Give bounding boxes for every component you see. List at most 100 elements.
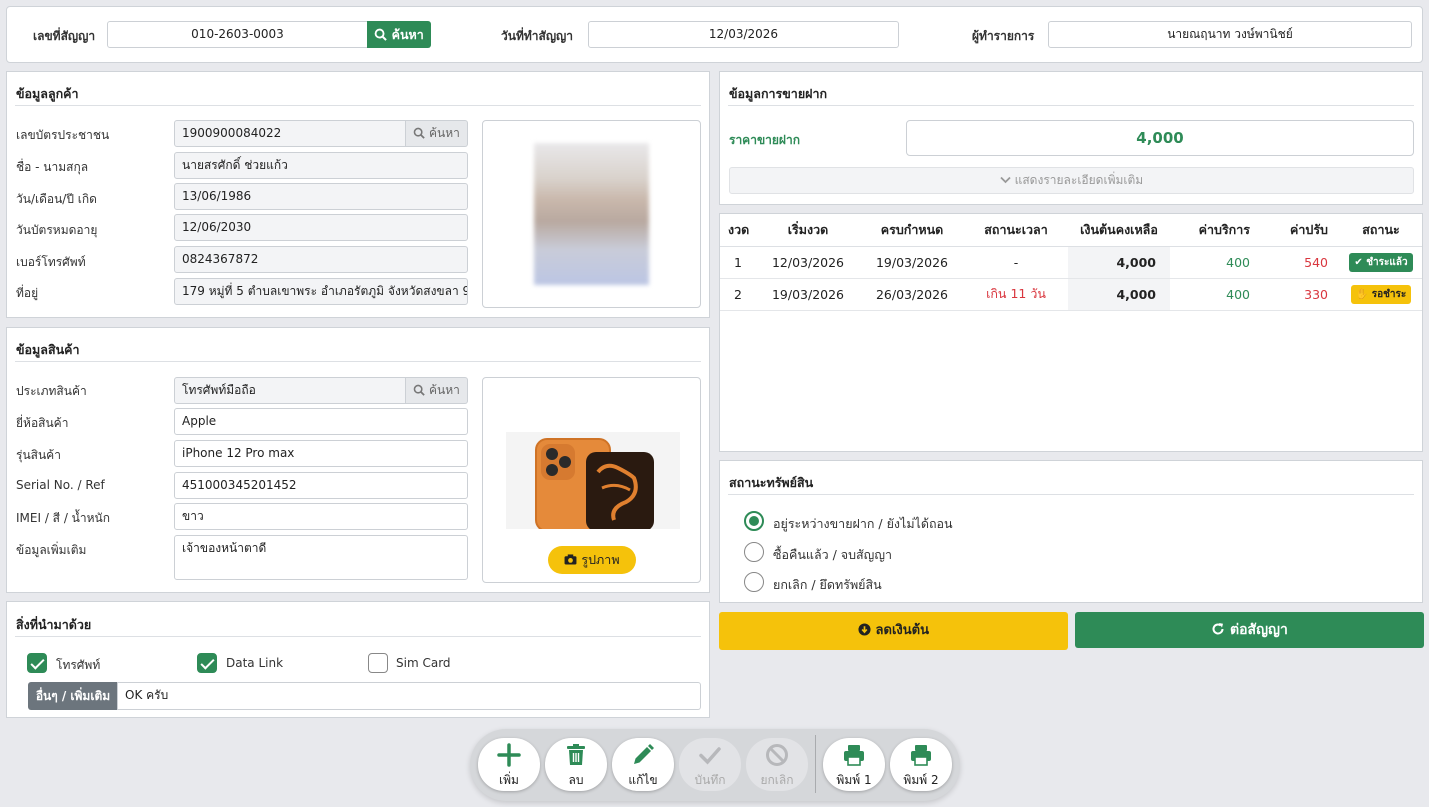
product-title: ข้อมูลสินค้า xyxy=(16,342,80,357)
status-radio-redeemed-label: ซื้อคืนแล้ว / จบสัญญา xyxy=(773,547,893,562)
cancel-label: ยกเลิก xyxy=(760,773,794,787)
customer-dob-label: วัน/เดือน/ปี เกิด xyxy=(16,192,97,206)
product-imei-label: IMEI / สี / น้ำหนัก xyxy=(16,511,111,525)
search-icon xyxy=(374,28,388,41)
asset-status-panel: สถานะทรัพย์สิน อยู่ระหว่างขายฝาก / ยังไม… xyxy=(719,460,1423,603)
save-button[interactable]: บันทึก xyxy=(679,738,741,791)
table-row[interactable]: 2 19/03/2026 26/03/2026 เกิน 11 วัน 4,00… xyxy=(720,278,1422,311)
product-type-input[interactable]: โทรศัพท์มือถือ xyxy=(174,377,406,404)
product-imei-input[interactable]: ขาว xyxy=(174,503,468,530)
row-time-status: เกิน 11 วัน xyxy=(964,278,1068,311)
check-icon: ✔ xyxy=(1354,256,1363,268)
photo-button-label: รูปภาพ xyxy=(581,552,620,567)
customer-address-label: ที่อยู่ xyxy=(16,286,39,300)
operator-label: ผู้ทำรายการ xyxy=(972,29,1035,43)
reduce-principal-button[interactable]: ลดเงินต้น xyxy=(719,612,1068,650)
customer-panel: ข้อมูลลูกค้า เลขบัตรประชาชน 190090008402… xyxy=(6,71,710,318)
header-panel: เลขที่สัญญา 010-2603-0003 ค้นหา วันที่ทำ… xyxy=(6,6,1423,63)
print2-button[interactable]: พิมพ์ 2 xyxy=(890,738,952,791)
status-radio-cancelled[interactable] xyxy=(744,572,764,592)
customer-photo xyxy=(534,143,649,285)
print1-label: พิมพ์ 1 xyxy=(836,773,872,787)
bottom-toolbar: เพิ่ม ลบ แก้ไข บันทึก ยกเลิก พิมพ์ 1 พิม… xyxy=(470,729,960,801)
customer-name-label: ชื่อ - นามสกุล xyxy=(16,160,89,174)
pawn-price-input[interactable]: 4,000 xyxy=(906,120,1414,156)
search-icon xyxy=(413,384,425,396)
col-fee-header: ค่าบริการ xyxy=(1170,214,1260,247)
table-row[interactable]: 1 12/03/2026 19/03/2026 - 4,000 400 540 … xyxy=(720,246,1422,279)
customer-expiry-input[interactable]: 12/06/2030 xyxy=(174,214,468,241)
contract-no-label: เลขที่สัญญา xyxy=(33,29,96,43)
row-no: 2 xyxy=(720,278,756,311)
accessory-phone-checkbox[interactable] xyxy=(27,653,47,673)
product-serial-input[interactable]: 451000345201452 xyxy=(174,472,468,499)
search-icon xyxy=(413,127,425,139)
edit-button[interactable]: แก้ไข xyxy=(612,738,674,791)
row-no: 1 xyxy=(720,246,756,279)
customer-search-button[interactable]: ค้นหา xyxy=(406,120,468,147)
col-due-header: ครบกำหนด xyxy=(860,214,964,247)
show-more-button[interactable]: แสดงรายละเอียดเพิ่มเติม xyxy=(729,167,1414,194)
reduce-principal-label: ลดเงินต้น xyxy=(875,623,929,638)
installments-panel: งวด เริ่มงวด ครบกำหนด สถานะเวลา เงินต้นค… xyxy=(719,213,1423,452)
trash-icon xyxy=(567,744,585,765)
row-due: 26/03/2026 xyxy=(860,278,964,311)
col-time-status-header: สถานะเวลา xyxy=(964,214,1068,247)
customer-photo-box[interactable] xyxy=(482,120,701,308)
installments-table: งวด เริ่มงวด ครบกำหนด สถานะเวลา เงินต้นค… xyxy=(720,214,1422,311)
product-brand-input[interactable]: Apple xyxy=(174,408,468,435)
accessory-other-input[interactable]: OK ครับ xyxy=(117,682,701,710)
renew-contract-button[interactable]: ต่อสัญญา xyxy=(1075,612,1424,648)
product-photo-box: รูปภาพ xyxy=(482,377,701,583)
delete-label: ลบ xyxy=(568,773,584,787)
print2-label: พิมพ์ 2 xyxy=(903,773,939,787)
row-status-cell: ✋ รอชำระ xyxy=(1340,278,1422,311)
customer-id-input[interactable]: 1900900084022 xyxy=(174,120,406,147)
row-status-cell: ✔ ชำระแล้ว xyxy=(1340,246,1422,279)
status-radio-redeemed[interactable] xyxy=(744,542,764,562)
renew-contract-label: ต่อสัญญา xyxy=(1230,622,1288,638)
delete-button[interactable]: ลบ xyxy=(545,738,607,791)
save-label: บันทึก xyxy=(694,773,726,787)
product-type-label: ประเภทสินค้า xyxy=(16,384,87,398)
contract-date-label: วันที่ทำสัญญา xyxy=(501,29,574,43)
product-extra-label: ข้อมูลเพิ่มเติม xyxy=(16,543,87,557)
product-model-input[interactable]: iPhone 12 Pro max xyxy=(174,440,468,467)
accessory-datalink-label: Data Link xyxy=(226,656,284,670)
accessory-datalink-checkbox[interactable] xyxy=(197,653,217,673)
add-button[interactable]: เพิ่ม xyxy=(478,738,540,791)
photo-button[interactable]: รูปภาพ xyxy=(548,546,636,574)
col-fine-header: ค่าปรับ xyxy=(1260,214,1340,247)
customer-phone-input[interactable]: 0824367872 xyxy=(174,246,468,273)
chevron-down-icon xyxy=(1000,176,1011,184)
toolbar-divider xyxy=(815,735,816,793)
customer-address-input[interactable]: 179 หมู่ที่ 5 ตำบลเขาพระ อำเภอรัตภูมิ จั… xyxy=(174,278,468,305)
status-radio-pawning[interactable] xyxy=(744,511,764,531)
customer-expiry-label: วันบัตรหมดอายุ xyxy=(16,223,98,237)
col-principal-header: เงินต้นคงเหลือ xyxy=(1068,214,1170,247)
customer-search-label: ค้นหา xyxy=(428,126,460,140)
print1-button[interactable]: พิมพ์ 1 xyxy=(823,738,885,791)
status-badge-label: รอชำระ xyxy=(1371,288,1407,300)
plus-icon xyxy=(497,743,521,767)
product-search-button[interactable]: ค้นหา xyxy=(406,377,468,404)
status-radio-pawning-label: อยู่ระหว่างขายฝาก / ยังไม่ได้ถอน xyxy=(773,516,953,531)
row-start: 19/03/2026 xyxy=(756,278,860,311)
contract-date-input[interactable]: 12/03/2026 xyxy=(588,21,899,48)
contract-search-label: ค้นหา xyxy=(391,27,424,42)
asset-status-title: สถานะทรัพย์สิน xyxy=(729,475,814,490)
table-header-row: งวด เริ่มงวด ครบกำหนด สถานะเวลา เงินต้นค… xyxy=(720,214,1422,247)
contract-no-input[interactable]: 010-2603-0003 xyxy=(107,21,368,48)
accessory-simcard-checkbox[interactable] xyxy=(368,653,388,673)
show-more-label: แสดงรายละเอียดเพิ่มเติม xyxy=(1014,173,1144,187)
product-serial-label: Serial No. / Ref xyxy=(16,478,105,492)
contract-search-button[interactable]: ค้นหา xyxy=(367,21,431,48)
col-status-header: สถานะ xyxy=(1340,214,1422,247)
customer-dob-input[interactable]: 13/06/1986 xyxy=(174,183,468,210)
customer-name-input[interactable]: นายสรศักดิ์ ช่วยแก้ว xyxy=(174,152,468,179)
cancel-button[interactable]: ยกเลิก xyxy=(746,738,808,791)
product-panel: ข้อมูลสินค้า ประเภทสินค้า โทรศัพท์มือถือ… xyxy=(6,327,710,593)
edit-label: แก้ไข xyxy=(628,773,658,787)
operator-input[interactable]: นายณฤนาท วงษ์พานิชย์ xyxy=(1048,21,1412,48)
product-extra-textarea[interactable]: เจ้าของหน้าตาดี xyxy=(174,535,468,580)
